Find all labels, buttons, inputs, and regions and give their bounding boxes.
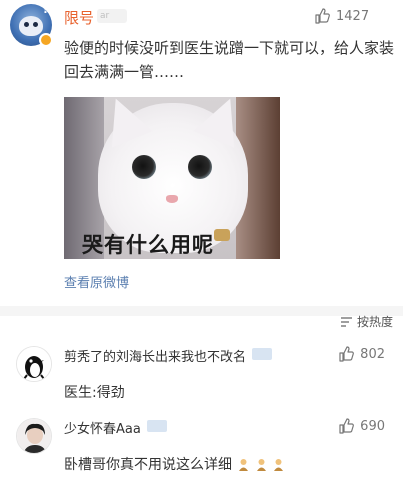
comment-author-avatar[interactable]: [16, 346, 52, 382]
comment-text-content: 卧槽哥你真不用说这么详细: [64, 457, 232, 473]
thumbs-up-icon: [339, 418, 355, 434]
comment-text: 医生:得劲: [64, 385, 125, 401]
post-image-crying-cat[interactable]: 哭有什么用呢: [64, 97, 280, 259]
user-level-tag: [252, 348, 273, 360]
person-emoji-icon: [256, 459, 266, 471]
sort-by-hot-button[interactable]: 按热度: [340, 313, 393, 330]
comment-like-button[interactable]: 690: [338, 418, 385, 434]
comment-item: 剪秃了的刘海长出来我也不改名 802 医生:得劲: [0, 336, 403, 408]
comment-author-avatar[interactable]: [16, 418, 52, 454]
person-avatar-icon: [17, 419, 51, 453]
post-body-text: 验便的时候没听到医生说蹭一下就可以，给人家装回去满满一管……: [64, 39, 395, 81]
post-author-name[interactable]: 限号: [64, 7, 94, 28]
user-level-tag: ar: [97, 9, 127, 23]
thumbs-up-icon: [315, 8, 330, 24]
person-emoji-icon: [274, 459, 284, 471]
comment-author-name-text: 少女怀春Aaa: [64, 422, 141, 437]
sort-icon: [340, 316, 352, 327]
penguin-avatar-icon: [17, 347, 51, 381]
comment-author-name[interactable]: 少女怀春Aaa: [64, 418, 167, 437]
comment-like-button[interactable]: 802: [338, 346, 385, 362]
comment-like-count: 690: [360, 418, 385, 434]
post-like-button[interactable]: 1427: [314, 8, 369, 24]
verified-badge-icon: [39, 33, 53, 47]
comment-text: 卧槽哥你真不用说这么详细: [64, 454, 284, 474]
comment-author-name-text: 剪秃了的刘海长出来我也不改名: [64, 350, 247, 365]
comment-author-name[interactable]: 剪秃了的刘海长出来我也不改名: [64, 346, 273, 365]
sort-label: 按热度: [356, 315, 393, 329]
person-emoji-icon: [239, 459, 249, 471]
comment-like-count: 802: [360, 346, 385, 362]
comment-item: 少女怀春Aaa 690 卧槽哥你真不用说这么详细: [0, 408, 403, 480]
comments-sort-bar: 按热度: [0, 308, 403, 336]
user-level-tag: [146, 420, 167, 432]
post-like-count: 1427: [336, 8, 370, 24]
image-caption: 哭有什么用呢: [82, 233, 214, 257]
thumbs-up-icon: [339, 346, 355, 362]
view-original-link[interactable]: 查看原微博: [64, 272, 129, 291]
post-card: ? 限号 ar 1427 验便的时候没听到医生说蹭一下就可以，给人家装回去满满一…: [0, 0, 403, 306]
